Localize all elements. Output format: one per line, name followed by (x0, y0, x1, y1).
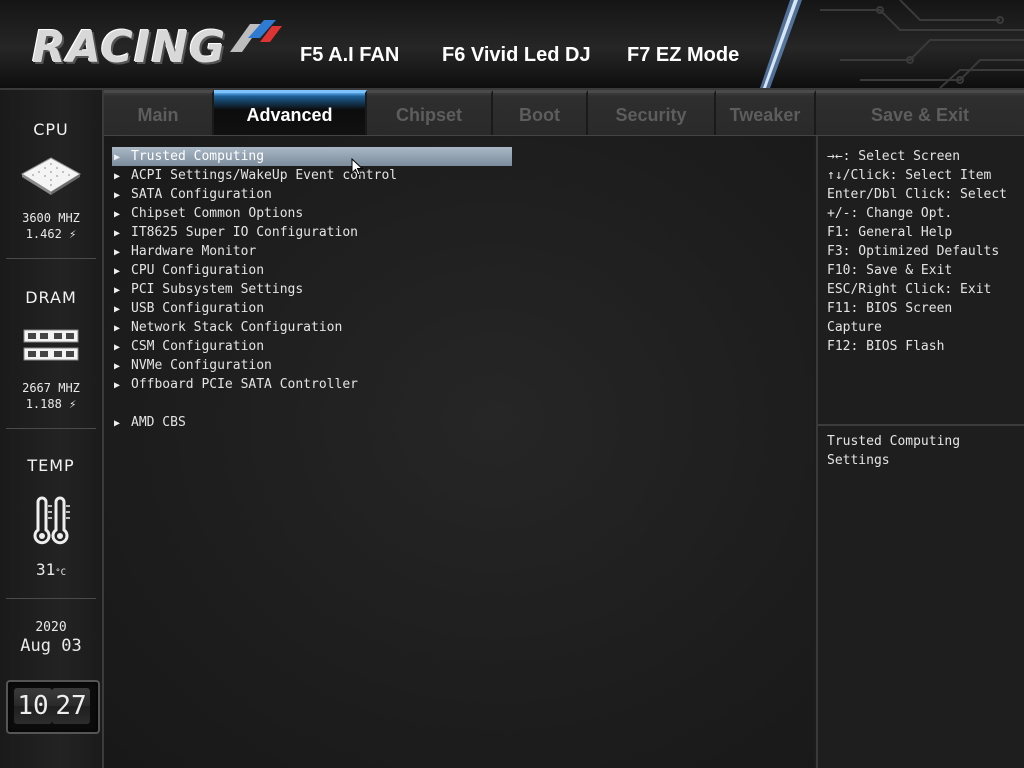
temperature-unit: °C (55, 568, 67, 578)
help-key-bios-flash: F12: BIOS Flash (827, 339, 945, 354)
dram-section: DRAM (0, 288, 102, 307)
tab-advanced[interactable]: Advanced (214, 90, 367, 135)
date-section: 2020 Aug 03 (0, 620, 102, 656)
cpu-voltage-row: 1.462 ⚡ (0, 226, 102, 242)
dram-readout: 2667 MHZ 1.188 ⚡ (0, 380, 102, 412)
racing-logo: RACING (28, 18, 288, 74)
sidebar-divider (6, 428, 96, 429)
temp-section: TEMP (0, 456, 102, 475)
help-key-bios-screen: F11: BIOS Screen (827, 301, 953, 316)
submenu-arrow-icon: ▶ (114, 266, 121, 277)
ez-mode-hotkey[interactable]: F7 EZ Mode (627, 44, 739, 67)
submenu-arrow-icon: ▶ (114, 361, 121, 372)
menu-item-trusted-computing[interactable]: ▶ Trusted Computing (112, 147, 512, 166)
submenu-arrow-icon: ▶ (114, 228, 121, 239)
tab-boot[interactable]: Boot (493, 90, 588, 135)
tab-security[interactable]: Security (588, 90, 716, 135)
clock-hour: 10 (14, 688, 52, 724)
help-key-exit: ESC/Right Click: Exit (827, 282, 992, 297)
cpu-frequency: 3600 MHZ (22, 211, 80, 225)
sidebar-divider (6, 598, 96, 599)
submenu-arrow-icon: ▶ (114, 152, 121, 163)
header-bar: RACING F5 A.I FAN F6 Vivid Led DJ F7 EZ … (0, 0, 1024, 90)
submenu-arrow-icon: ▶ (114, 285, 121, 296)
menu-item-nvme-configuration[interactable]: ▶ NVMe Configuration (112, 356, 512, 375)
menu-item-pci-subsystem-settings[interactable]: ▶ PCI Subsystem Settings (112, 280, 512, 299)
help-key-general-help: F1: General Help (827, 225, 953, 240)
help-panel: →←: Select Screen ↑↓/Click: Select Item … (816, 136, 1024, 768)
date-year: 2020 (35, 620, 67, 635)
sidebar-divider (6, 258, 96, 259)
cpu-readout: 3600 MHZ 1.462 ⚡ (0, 210, 102, 242)
help-key-change-opt: +/-: Change Opt. (827, 206, 953, 221)
thermometer-icon (33, 496, 70, 545)
menu-item-super-io-configuration[interactable]: ▶ IT8625 Super IO Configuration (112, 223, 512, 242)
temperature-value: 31 (35, 560, 56, 579)
date-month-day: Aug 03 (20, 636, 82, 656)
tab-bar: Main Advanced Chipset Boot Security Twea… (104, 90, 1024, 136)
mouse-cursor-icon (351, 158, 364, 176)
menu-item-hardware-monitor[interactable]: ▶ Hardware Monitor (112, 242, 512, 261)
menu-item-offboard-pcie-sata-controller[interactable]: ▶ Offboard PCIe SATA Controller (112, 375, 512, 394)
menu-item-network-stack-configuration[interactable]: ▶ Network Stack Configuration (112, 318, 512, 337)
dram-voltage-row: 1.188 ⚡ (0, 396, 102, 412)
submenu-arrow-icon: ▶ (114, 190, 121, 201)
menu-item-cpu-configuration[interactable]: ▶ CPU Configuration (112, 261, 512, 280)
help-key-select-item: ↑↓/Click: Select Item (827, 168, 992, 183)
ai-fan-hotkey[interactable]: F5 A.I FAN (300, 44, 399, 67)
flip-clock: 10 27 (6, 680, 100, 734)
menu-item-chipset-common-options[interactable]: ▶ Chipset Common Options (112, 204, 512, 223)
temp-title: TEMP (27, 456, 75, 475)
submenu-arrow-icon: ▶ (114, 342, 121, 353)
help-key-select-screen: →←: Select Screen (827, 149, 961, 164)
cpu-title: CPU (33, 120, 69, 139)
menu-item-acpi-settings[interactable]: ▶ ACPI Settings/WakeUp Event control (112, 166, 512, 185)
voltage-bolt-icon: ⚡ (69, 227, 77, 241)
logo-x-mark (230, 20, 282, 52)
item-description-line: Settings (827, 453, 890, 468)
submenu-arrow-icon: ▶ (114, 247, 121, 258)
submenu-arrow-icon: ▶ (114, 304, 121, 315)
tab-main[interactable]: Main (104, 90, 214, 135)
dram-voltage: 1.188 (25, 397, 62, 411)
cpu-section: CPU (0, 120, 102, 139)
menu-panel: ▶ Trusted Computing ▶ ACPI Settings/WakeUp… (104, 136, 814, 768)
menu-item-csm-configuration[interactable]: ▶ CSM Configuration (112, 337, 512, 356)
help-divider (818, 424, 1024, 426)
dram-module-icon (23, 329, 79, 361)
menu-item-usb-configuration[interactable]: ▶ USB Configuration (112, 299, 512, 318)
dram-title: DRAM (25, 288, 77, 307)
menu-item-sata-configuration[interactable]: ▶ SATA Configuration (112, 185, 512, 204)
item-description-line: Trusted Computing (827, 434, 961, 449)
help-key-save-exit: F10: Save & Exit (827, 263, 953, 278)
help-key-optimized-defaults: F3: Optimized Defaults (827, 244, 1000, 259)
cpu-voltage: 1.462 (25, 227, 62, 241)
submenu-arrow-icon: ▶ (114, 171, 121, 182)
tab-chipset[interactable]: Chipset (367, 90, 493, 135)
status-sidebar: CPU 3600 MHZ 1.462 ⚡ DRAM 2667 MHZ 1.188… (0, 90, 104, 768)
light-beam-decoration (760, 0, 802, 88)
clock-minute: 27 (52, 688, 90, 724)
submenu-arrow-icon: ▶ (114, 209, 121, 220)
submenu-arrow-icon: ▶ (114, 380, 121, 391)
menu-item-amd-cbs[interactable]: ▶ AMD CBS (112, 413, 512, 432)
help-key-select: Enter/Dbl Click: Select (827, 187, 1008, 202)
tab-save-exit[interactable]: Save & Exit (816, 90, 1024, 135)
submenu-arrow-icon: ▶ (114, 418, 121, 429)
help-key-capture: Capture (827, 320, 882, 335)
logo-text: RACING (32, 22, 227, 73)
voltage-bolt-icon: ⚡ (69, 397, 77, 411)
temp-readout: 31°C (0, 562, 102, 581)
cpu-chip-icon (21, 157, 81, 195)
submenu-arrow-icon: ▶ (114, 323, 121, 334)
tab-tweaker[interactable]: Tweaker (716, 90, 816, 135)
vivid-led-dj-hotkey[interactable]: F6 Vivid Led DJ (442, 44, 591, 67)
dram-frequency: 2667 MHZ (22, 381, 80, 395)
